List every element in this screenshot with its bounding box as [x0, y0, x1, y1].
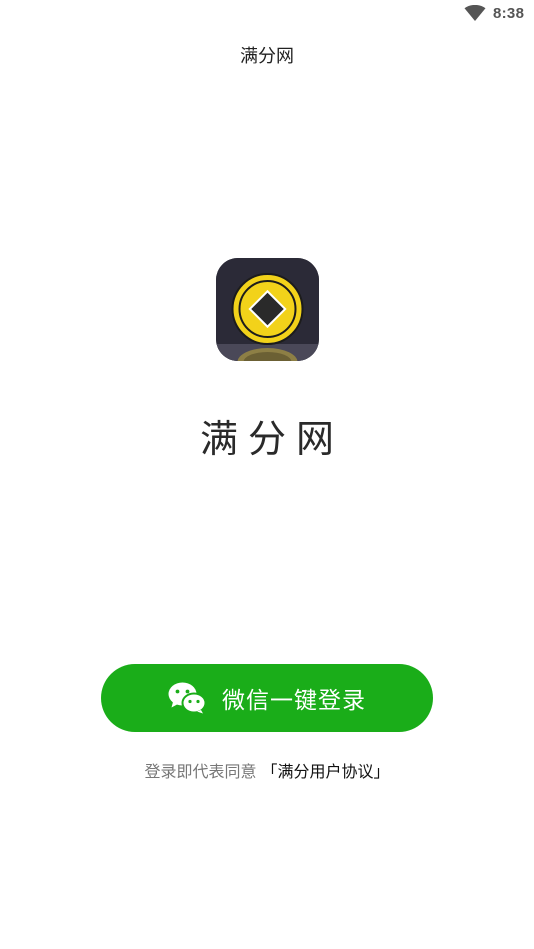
wechat-login-label: 微信一键登录 [222, 688, 366, 714]
status-time: 8:38 [493, 5, 525, 22]
user-agreement-link[interactable]: 「满分用户协议」 [262, 762, 390, 781]
coin-logo-icon [216, 258, 319, 361]
wifi-icon [464, 5, 486, 21]
agreement-prefix: 登录即代表同意 [144, 762, 257, 781]
wechat-icon [168, 682, 206, 714]
agreement-text: 登录即代表同意 「满分用户协议」 [0, 758, 534, 782]
wechat-login-button[interactable]: 微信一键登录 [101, 664, 433, 732]
login-screen: 8:38 满分网 满分网 微信一键登录 登录即代表同意 「满分用户协议」 [0, 0, 534, 949]
page-title: 满分网 [240, 46, 294, 67]
status-bar: 8:38 [0, 0, 534, 30]
app-name: 满分网 [199, 417, 344, 461]
